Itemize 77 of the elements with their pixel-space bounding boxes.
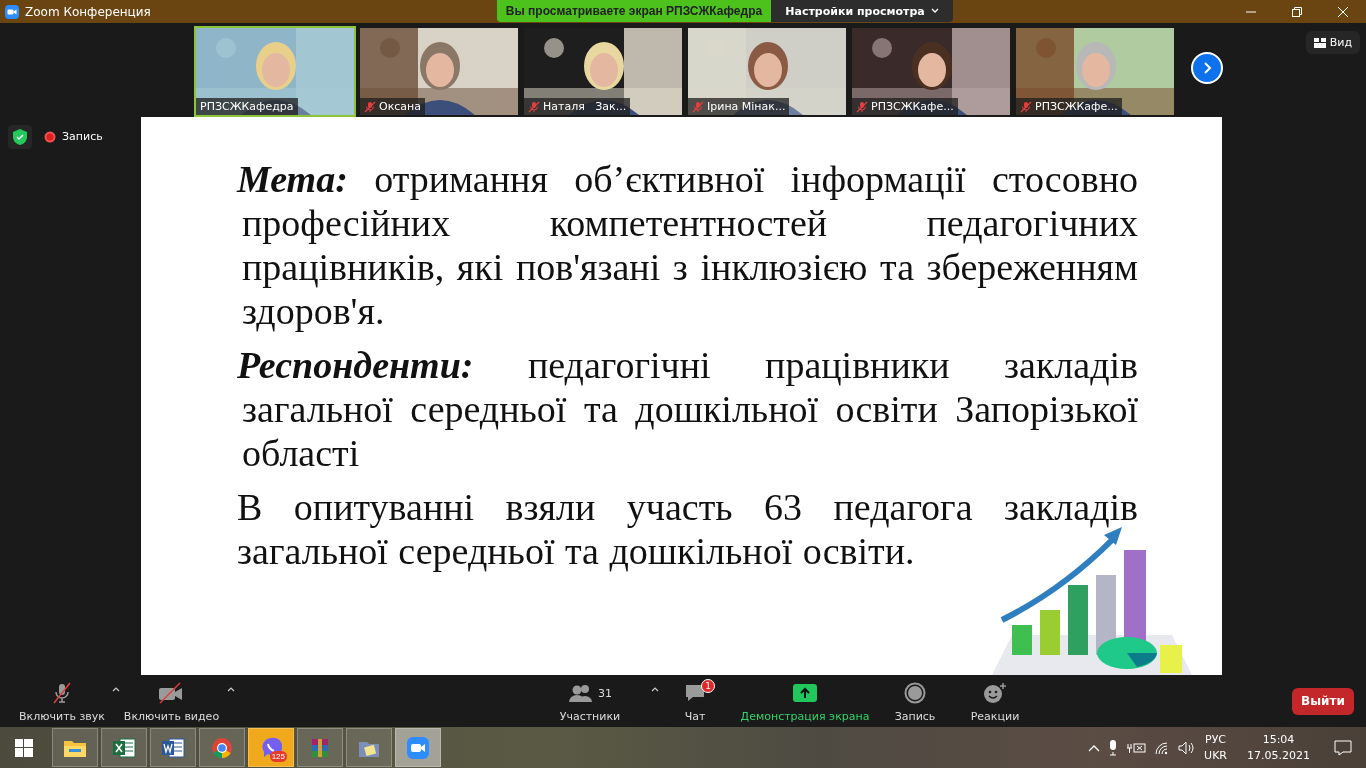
caret-up-icon[interactable] xyxy=(651,686,659,692)
participant-name: РПЗСЖКафедра xyxy=(196,98,298,115)
video-tile[interactable]: РПЗСЖКафедра xyxy=(194,26,356,117)
taskbar-app[interactable] xyxy=(150,728,196,767)
notification-badge: 125 xyxy=(269,751,287,762)
browser-icon xyxy=(211,736,233,759)
speaker-icon[interactable] xyxy=(1178,740,1197,755)
microphone-icon[interactable] xyxy=(1108,739,1119,756)
video-camera-icon xyxy=(407,736,429,759)
taskbar-app[interactable]: 125 xyxy=(248,728,294,767)
people-icon xyxy=(568,684,594,702)
chat-icon xyxy=(684,683,706,703)
chat-button[interactable]: 1 Чат xyxy=(675,679,715,723)
mic-button[interactable]: Включить звук xyxy=(10,679,114,723)
view-button[interactable]: Вид xyxy=(1305,31,1360,54)
caret-up-icon[interactable] xyxy=(227,686,235,692)
participant-name: РПЗСЖКафе... xyxy=(852,98,958,115)
video-tile[interactable]: РПЗСЖКафе... xyxy=(1014,26,1176,117)
muted-mic-icon xyxy=(856,100,868,113)
recording-label: Запись xyxy=(62,130,103,143)
leave-button[interactable]: Выйти xyxy=(1292,687,1354,715)
clock[interactable]: 15:04 17.05.2021 xyxy=(1247,731,1310,764)
books-icon xyxy=(309,736,331,759)
muted-mic-icon xyxy=(364,100,376,113)
video-off-icon xyxy=(158,682,185,704)
bar xyxy=(1040,610,1060,655)
video-tile[interactable]: РПЗСЖКафе... xyxy=(850,26,1012,117)
muted-mic-icon xyxy=(528,100,540,113)
record-button[interactable]: Запись xyxy=(885,679,945,723)
battery-icon[interactable] xyxy=(1126,740,1147,755)
share-screen-icon xyxy=(793,684,817,702)
video-tile[interactable]: Ірина Мінак... xyxy=(686,26,848,117)
recording-dot-icon xyxy=(44,130,56,143)
slide-paragraph: В опитуванні взяли участь 63 педагога закладів загальної середньої та дошкільної освіти. xyxy=(236,485,1139,573)
restore-icon xyxy=(1292,6,1302,17)
notifications-icon[interactable] xyxy=(1334,739,1352,756)
chevron-down-icon xyxy=(930,8,939,14)
video-tile[interactable]: Наталя Зак... xyxy=(522,26,684,117)
participant-name: Ірина Мінак... xyxy=(688,98,790,115)
muted-mic-icon xyxy=(692,100,704,113)
taskbar-app[interactable] xyxy=(346,728,392,767)
participant-count: 31 xyxy=(598,686,612,700)
video-tile[interactable]: Оксана xyxy=(358,26,520,117)
participant-name: Наталя Зак... xyxy=(524,98,631,115)
muted-mic-icon xyxy=(1020,100,1032,113)
caret-up-icon[interactable] xyxy=(112,686,120,692)
unread-badge: 1 xyxy=(701,679,715,693)
taskbar-app[interactable] xyxy=(52,728,98,767)
muted-mic-icon xyxy=(51,682,73,704)
shield-icon xyxy=(13,129,27,145)
app-logo-icon xyxy=(5,4,19,19)
taskbar-app[interactable] xyxy=(199,728,245,767)
share-button[interactable]: Демонстрация экрана xyxy=(731,679,879,723)
record-icon xyxy=(904,682,926,704)
smiley-plus-icon xyxy=(983,682,1007,704)
chevron-up-icon[interactable] xyxy=(1088,743,1101,752)
taskbar-app[interactable] xyxy=(395,728,441,767)
bar xyxy=(1068,585,1088,655)
window-title: Zoom Конференция xyxy=(25,4,151,19)
reactions-button[interactable]: Реакции xyxy=(961,679,1029,723)
video-button[interactable]: Включить видео xyxy=(114,679,229,723)
sharing-banner: Вы просматриваете экран РПЗСЖКафедра xyxy=(497,0,771,22)
document-icon xyxy=(161,736,185,759)
participant-name: РПЗСЖКафе... xyxy=(1016,98,1122,115)
bar xyxy=(1012,625,1032,655)
grid-icon xyxy=(1313,37,1326,48)
spreadsheet-icon xyxy=(112,736,136,759)
windows-icon xyxy=(15,738,33,757)
taskbar-app[interactable] xyxy=(297,728,343,767)
participant-name: Оксана xyxy=(360,98,426,115)
next-page-button[interactable] xyxy=(1191,52,1223,84)
bar xyxy=(1160,645,1182,673)
participants-button[interactable]: 31 Участники xyxy=(550,679,630,723)
close-icon xyxy=(1338,6,1348,17)
language-indicator[interactable]: РУС UKR xyxy=(1204,731,1227,764)
taskbar-app[interactable] xyxy=(101,728,147,767)
view-options-button[interactable]: Настройки просмотра xyxy=(771,0,953,22)
